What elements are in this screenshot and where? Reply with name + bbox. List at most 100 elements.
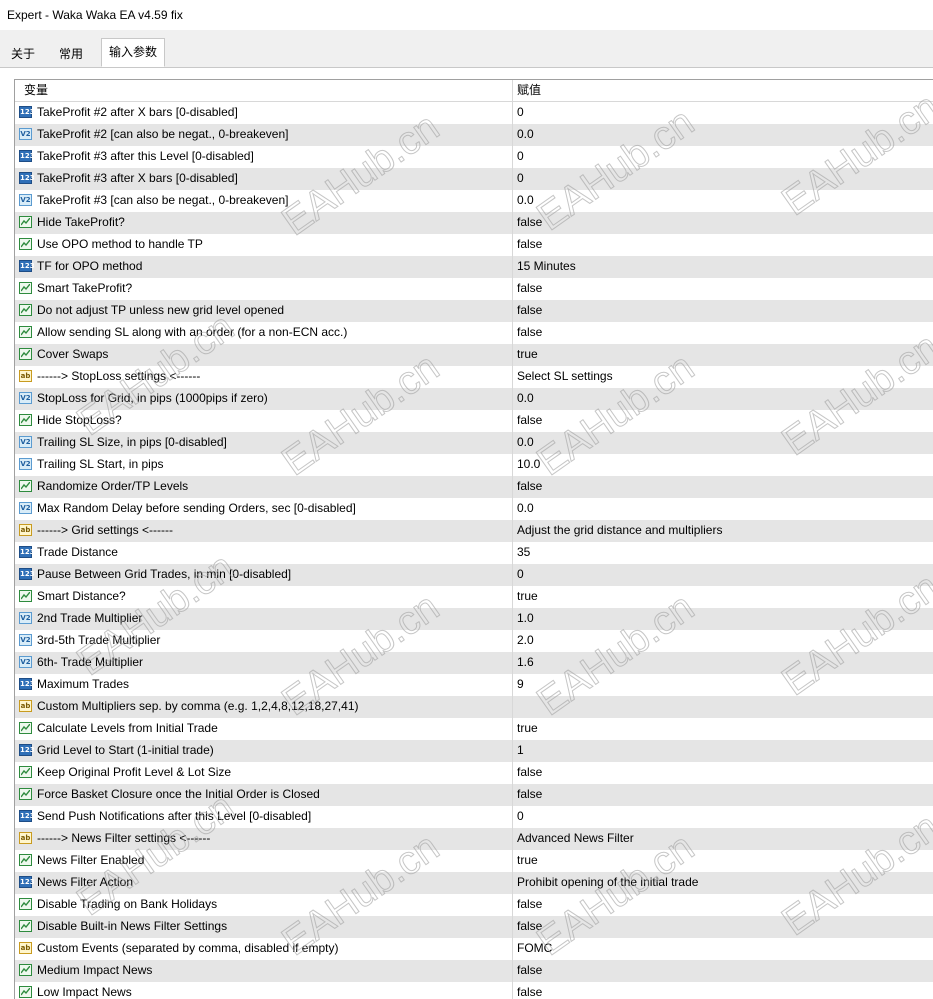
table-row[interactable]: Allow sending SL along with an order (fo… [15,322,933,344]
variable-cell[interactable]: Disable Trading on Bank Holidays [15,894,513,916]
value-cell[interactable]: false [517,960,933,982]
variable-cell[interactable]: V2 TakeProfit #2 [can also be negat., 0-b… [15,124,513,146]
variable-cell[interactable]: V2 6th- Trade Multiplier [15,652,513,674]
table-row[interactable]: V2 Max Random Delay before sending Orders… [15,498,933,520]
variable-cell[interactable]: Hide TakeProfit? [15,212,513,234]
column-header-value[interactable]: 赋值 [517,80,933,102]
table-row[interactable]: 123 Pause Between Grid Trades, in min [0-… [15,564,933,586]
variable-cell[interactable]: V2 StopLoss for Grid, in pips (1000pips i… [15,388,513,410]
variable-cell[interactable]: Hide StopLoss? [15,410,513,432]
value-cell[interactable]: 15 Minutes [517,256,933,278]
value-cell[interactable]: Prohibit opening of the initial trade [517,872,933,894]
variable-cell[interactable]: ab ------> News Filter settings <------ [15,828,513,850]
variable-cell[interactable]: 123 TakeProfit #3 after this Level [0-dis… [15,146,513,168]
table-row[interactable]: 123 TF for OPO method 15 Minutes [15,256,933,278]
value-cell[interactable]: 0.0 [517,388,933,410]
variable-cell[interactable]: 123 Trade Distance [15,542,513,564]
variable-cell[interactable]: 123 Send Push Notifications after this Le… [15,806,513,828]
table-row[interactable]: V2 6th- Trade Multiplier 1.6 [15,652,933,674]
variable-cell[interactable]: Allow sending SL along with an order (fo… [15,322,513,344]
value-cell[interactable]: 35 [517,542,933,564]
value-cell[interactable]: 10.0 [517,454,933,476]
column-header-variable[interactable]: 变量 [15,80,513,102]
table-row[interactable]: News Filter Enabled true [15,850,933,872]
value-cell[interactable]: 0 [517,102,933,124]
table-row[interactable]: Disable Trading on Bank Holidays false [15,894,933,916]
value-cell[interactable]: 0.0 [517,124,933,146]
value-cell[interactable]: 1.0 [517,608,933,630]
table-row[interactable]: V2 TakeProfit #3 [can also be negat., 0-b… [15,190,933,212]
value-cell[interactable]: false [517,916,933,938]
table-row[interactable]: Force Basket Closure once the Initial Or… [15,784,933,806]
table-row[interactable]: Smart Distance? true [15,586,933,608]
variable-cell[interactable]: ab Custom Multipliers sep. by comma (e.g.… [15,696,513,718]
variable-cell[interactable]: Smart TakeProfit? [15,278,513,300]
table-row[interactable]: 123 Send Push Notifications after this Le… [15,806,933,828]
table-row[interactable]: Hide StopLoss? false [15,410,933,432]
table-row[interactable]: ab ------> Grid settings <------ Adjust th… [15,520,933,542]
variable-cell[interactable]: Keep Original Profit Level & Lot Size [15,762,513,784]
variable-cell[interactable]: 123 Maximum Trades [15,674,513,696]
variable-cell[interactable]: 123 Grid Level to Start (1-initial trade) [15,740,513,762]
variable-cell[interactable]: Disable Built-in News Filter Settings [15,916,513,938]
variable-cell[interactable]: Force Basket Closure once the Initial Or… [15,784,513,806]
value-cell[interactable]: true [517,586,933,608]
table-row[interactable]: V2 2nd Trade Multiplier 1.0 [15,608,933,630]
table-row[interactable]: V2 StopLoss for Grid, in pips (1000pips i… [15,388,933,410]
value-cell[interactable]: false [517,476,933,498]
table-row[interactable]: 123 Maximum Trades 9 [15,674,933,696]
table-row[interactable]: Low Impact News false [15,982,933,999]
table-row[interactable]: V2 3rd-5th Trade Multiplier 2.0 [15,630,933,652]
variable-cell[interactable]: V2 2nd Trade Multiplier [15,608,513,630]
variable-cell[interactable]: News Filter Enabled [15,850,513,872]
value-cell[interactable]: 0.0 [517,498,933,520]
value-cell[interactable]: 0 [517,564,933,586]
table-row[interactable]: V2 Trailing SL Start, in pips 10.0 [15,454,933,476]
variable-cell[interactable]: V2 3rd-5th Trade Multiplier [15,630,513,652]
table-row[interactable]: Smart TakeProfit? false [15,278,933,300]
value-cell[interactable]: false [517,278,933,300]
value-cell[interactable]: false [517,300,933,322]
value-cell[interactable]: false [517,784,933,806]
table-row[interactable]: ab ------> News Filter settings <------ Ad… [15,828,933,850]
value-cell[interactable]: 1.6 [517,652,933,674]
tab-about[interactable]: 关于 [4,42,42,66]
value-cell[interactable]: 0 [517,168,933,190]
variable-cell[interactable]: Do not adjust TP unless new grid level o… [15,300,513,322]
table-row[interactable]: 123 TakeProfit #2 after X bars [0-disable… [15,102,933,124]
variable-cell[interactable]: Low Impact News [15,982,513,999]
variable-cell[interactable]: 123 Pause Between Grid Trades, in min [0-… [15,564,513,586]
variable-cell[interactable]: ab ------> StopLoss settings <------ [15,366,513,388]
variable-cell[interactable]: V2 Trailing SL Start, in pips [15,454,513,476]
tab-inputs[interactable]: 输入参数 [101,38,166,67]
value-cell[interactable]: 0 [517,806,933,828]
variable-cell[interactable]: 123 TakeProfit #3 after X bars [0-disable… [15,168,513,190]
variable-cell[interactable]: Randomize Order/TP Levels [15,476,513,498]
value-cell[interactable]: true [517,850,933,872]
tab-common[interactable]: 常用 [52,42,90,66]
variable-cell[interactable]: Cover Swaps [15,344,513,366]
value-cell[interactable]: true [517,344,933,366]
value-cell[interactable]: 0.0 [517,190,933,212]
value-cell[interactable]: Adjust the grid distance and multipliers [517,520,933,542]
table-row[interactable]: 123 Trade Distance 35 [15,542,933,564]
table-row[interactable]: 123 News Filter Action Prohibit opening of… [15,872,933,894]
value-cell[interactable]: false [517,982,933,999]
value-cell[interactable]: false [517,894,933,916]
value-cell[interactable]: 1 [517,740,933,762]
variable-cell[interactable]: 123 News Filter Action [15,872,513,894]
value-cell[interactable]: Advanced News Filter [517,828,933,850]
table-row[interactable]: Cover Swaps true [15,344,933,366]
value-cell[interactable]: FOMC [517,938,933,960]
table-row[interactable]: Do not adjust TP unless new grid level o… [15,300,933,322]
value-cell[interactable]: 0 [517,146,933,168]
value-cell[interactable]: Select SL settings [517,366,933,388]
table-row[interactable]: V2 TakeProfit #2 [can also be negat., 0-b… [15,124,933,146]
table-row[interactable]: Disable Built-in News Filter Settings fal… [15,916,933,938]
variable-cell[interactable]: 123 TF for OPO method [15,256,513,278]
table-row[interactable]: Keep Original Profit Level & Lot Size fal… [15,762,933,784]
table-row[interactable]: Use OPO method to handle TP false [15,234,933,256]
value-cell[interactable]: 0.0 [517,432,933,454]
variable-cell[interactable]: Medium Impact News [15,960,513,982]
variable-cell[interactable]: ab Custom Events (separated by comma, dis… [15,938,513,960]
